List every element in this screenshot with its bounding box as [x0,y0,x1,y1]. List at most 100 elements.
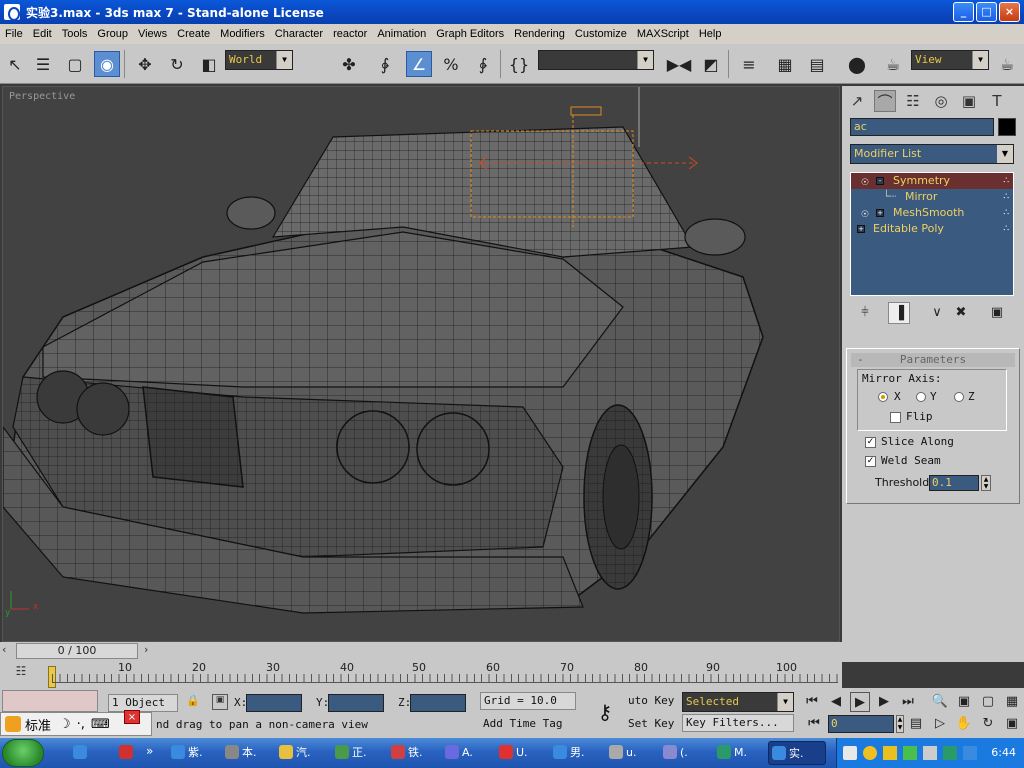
menu-views[interactable]: Views [133,28,172,40]
stack-item-mirror[interactable]: └┈ Mirror ∴ [851,189,1013,205]
frame-spinner[interactable]: ▲ ▼ [896,715,904,733]
select-object-icon[interactable]: ↖ [2,51,28,77]
chevron-left-icon[interactable]: ‹ [2,643,6,656]
key-filters-button[interactable]: Key Filters... [682,714,794,732]
expand-icon[interactable]: + [857,225,865,233]
clock[interactable]: 6:44 [991,738,1016,768]
angle-snap-icon[interactable]: ∠ [406,51,432,77]
threshold-spinner[interactable]: ▲ ▼ [981,475,991,491]
percent-snap-icon[interactable]: % [438,51,464,77]
rectangle-selection-icon[interactable]: ▢ [62,51,88,77]
ime-mode-label[interactable]: 标准 [25,715,51,734]
use-pivot-center-icon[interactable]: ✤ [336,51,362,77]
menu-customize[interactable]: Customize [570,28,632,40]
qq-tray-icon[interactable] [863,746,877,760]
menu-animation[interactable]: Animation [372,28,431,40]
menu-reactor[interactable]: reactor [328,28,372,40]
motion-tab-icon[interactable]: ◎ [930,90,952,112]
key-mode-icon[interactable]: ⚷ [584,692,626,732]
lightbulb-icon[interactable]: ☉ [861,175,871,188]
track-bar[interactable]: ☷ 10 20 30 40 50 60 70 80 90 100 [0,660,842,688]
menu-group[interactable]: Group [92,28,133,40]
menu-edit[interactable]: Edit [28,28,57,40]
taskbar-item[interactable]: 男. [550,741,602,765]
expand-icon[interactable]: + [876,209,884,217]
y-coord-field[interactable] [328,694,384,712]
zoom-extents-icon[interactable]: ▢ [978,692,998,712]
x-coord-field[interactable] [246,694,302,712]
mirror-icon[interactable]: ▶◀ [666,51,692,77]
stack-item-meshsmooth[interactable]: ☉ + MeshSmooth ∴ [851,205,1013,221]
stack-item-editable-poly[interactable]: + Editable Poly ∴ [851,221,1013,237]
chevron-right-icon[interactable]: › [144,643,148,656]
schematic-view-icon[interactable]: ▤ [804,51,830,77]
taskbar-item[interactable]: u. [606,741,654,765]
edit-named-selection-icon[interactable]: {} [506,51,532,77]
field-of-view-icon[interactable]: ▷ [930,714,950,734]
menu-rendering[interactable]: Rendering [509,28,570,40]
taskbar-item[interactable]: 本. [222,741,270,765]
maximize-button[interactable]: □ [976,2,997,22]
threshold-input[interactable]: 0.1 [929,475,979,491]
taskbar-item[interactable]: U. [496,741,546,765]
network-icon[interactable] [903,746,917,760]
key-mode-toggle-icon[interactable]: ⏮ [804,714,824,734]
taskbar-item[interactable]: A. [442,741,490,765]
menu-modifiers[interactable]: Modifiers [215,28,270,40]
slice-along-checkbox[interactable]: ✓ [865,437,876,448]
stack-item-symmetry[interactable]: ☉ - Symmetry ∴ [851,173,1013,189]
volume-icon[interactable] [923,746,937,760]
select-by-name-icon[interactable]: ☰ [30,51,56,77]
time-slider-thumb[interactable]: 0 / 100 [16,643,138,659]
pin-stack-icon[interactable]: ⫩ [854,302,876,324]
go-to-end-icon[interactable]: ⏭ [898,692,918,712]
render-type-dropdown[interactable]: View ▼ [911,50,989,70]
punctuation-icon[interactable]: ·, [77,717,85,732]
object-color-swatch[interactable] [998,118,1016,136]
start-button[interactable] [2,739,44,767]
layer-manager-icon[interactable]: ≡ [736,51,762,77]
app-quicklaunch-icon[interactable] [116,741,142,765]
snap-toggle-icon[interactable]: ∳ [372,51,398,77]
selected-keys-dropdown[interactable]: Selected ▼ [682,692,794,712]
absolute-mode-icon[interactable]: ▣ [212,694,228,710]
menu-character[interactable]: Character [270,28,328,40]
collapse-icon[interactable]: - [876,177,884,185]
lock-icon[interactable]: 🔒 [186,694,200,707]
pan-icon[interactable]: ✋ [954,714,974,734]
named-selection-dropdown[interactable]: ▼ [538,50,654,70]
keyboard-tray-icon[interactable] [843,746,857,760]
align-icon[interactable]: ◩ [698,51,724,77]
axis-z-radio[interactable] [954,392,964,402]
perspective-viewport[interactable]: Perspective y x [2,86,840,642]
set-key-label[interactable]: Set Key [628,717,674,730]
menu-file[interactable]: File [0,28,28,40]
shield-icon[interactable] [883,746,897,760]
taskbar-item[interactable]: M. [714,741,762,765]
menu-graph-editors[interactable]: Graph Editors [431,28,509,40]
taskbar-item[interactable]: 铁. [388,741,438,765]
select-rotate-icon[interactable]: ↻ [164,51,190,77]
render-scene-icon[interactable]: ☕ [880,51,906,77]
ie-quicklaunch-icon[interactable] [70,741,96,765]
quicklaunch-overflow-icon[interactable]: » [146,744,153,758]
spinner-snap-icon[interactable]: ∳ [470,51,496,77]
display-tab-icon[interactable]: ▣ [958,90,980,112]
moon-icon[interactable]: ☽ [59,717,71,732]
taskbar-item[interactable]: 正. [332,741,384,765]
menu-create[interactable]: Create [172,28,215,40]
zoom-all-icon[interactable]: ▣ [954,692,974,712]
app-tray-icon[interactable] [943,746,957,760]
weld-seam-checkbox[interactable]: ✓ [865,456,876,467]
go-to-start-icon[interactable]: ⏮ [802,692,822,712]
lightbulb-icon[interactable]: ☉ [861,207,871,220]
modifier-stack[interactable]: ☉ - Symmetry ∴ └┈ Mirror ∴ ☉ + MeshSmoot… [850,172,1014,296]
hierarchy-tab-icon[interactable]: ☷ [902,90,924,112]
auto-key-label[interactable]: uto Key [628,694,674,707]
time-slider[interactable]: ‹ 0 / 100 › [0,642,842,660]
modifier-list-dropdown[interactable]: Modifier List ▼ [850,144,1014,164]
utilities-tab-icon[interactable]: T [986,90,1008,112]
parameters-rollout-header[interactable]: - Parameters [851,353,1015,367]
menu-tools[interactable]: Tools [57,28,93,40]
play-icon[interactable]: ▶ [850,692,870,712]
